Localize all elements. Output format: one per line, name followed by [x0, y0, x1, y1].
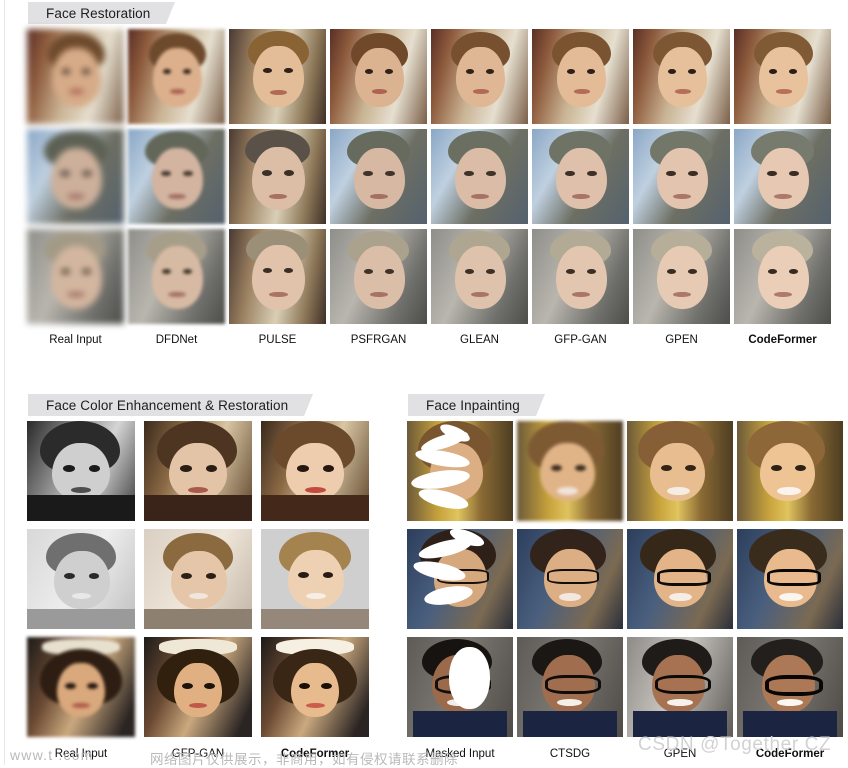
- caption-label: GFP-GAN: [171, 748, 225, 760]
- caption-label: CTSDG: [549, 748, 591, 760]
- result-image: [330, 29, 427, 124]
- caption-label-highlighted: CodeFormer: [755, 748, 825, 760]
- masked-input-image: [407, 637, 513, 737]
- masked-input-image: [407, 421, 513, 521]
- result-image: [734, 229, 831, 324]
- result-image: [330, 129, 427, 224]
- result-image: [144, 421, 252, 521]
- caption-label: GLEAN: [460, 334, 499, 346]
- result-image: [627, 637, 733, 737]
- result-image: [27, 229, 124, 324]
- result-image: [737, 529, 843, 629]
- result-image: [27, 129, 124, 224]
- poster-root: Face Restoration Real Input DFDNet PULSE…: [0, 0, 848, 767]
- result-image: [517, 529, 623, 629]
- result-image: [627, 421, 733, 521]
- result-image: [128, 29, 225, 124]
- caption-label-highlighted: CodeFormer: [748, 334, 817, 346]
- masked-input-image: [407, 529, 513, 629]
- result-image: [734, 29, 831, 124]
- result-image: [517, 421, 623, 521]
- result-image: [737, 421, 843, 521]
- result-image: [229, 29, 326, 124]
- result-image: [431, 129, 528, 224]
- section-title-face-inpainting: Face Inpainting: [426, 397, 520, 413]
- result-image: [144, 529, 252, 629]
- caption-label: GPEN: [663, 748, 697, 760]
- result-image: [517, 637, 623, 737]
- image-grid-face-color-enhancement: [27, 421, 370, 737]
- result-image: [633, 229, 730, 324]
- section-tab-face-restoration: Face Restoration: [28, 2, 176, 24]
- result-image: [229, 129, 326, 224]
- result-image: [144, 637, 252, 737]
- section-title-face-color-enhancement: Face Color Enhancement & Restoration: [46, 397, 289, 413]
- result-image: [627, 529, 733, 629]
- result-image: [261, 421, 369, 521]
- image-grid-face-inpainting: [407, 421, 843, 737]
- caption-row-face-color-enhancement: Real Input GFP-GAN CodeFormer: [27, 748, 370, 760]
- result-image: [261, 529, 369, 629]
- result-image: [737, 637, 843, 737]
- caption-row-face-restoration: Real Input DFDNet PULSE PSFRGAN GLEAN GF…: [27, 334, 821, 346]
- caption-label: Real Input: [49, 334, 102, 346]
- result-image: [633, 129, 730, 224]
- result-image: [27, 29, 124, 124]
- caption-label: Real Input: [54, 748, 108, 760]
- image-grid-face-restoration: [27, 29, 831, 328]
- caption-label: DFDNet: [155, 334, 198, 346]
- result-image: [734, 129, 831, 224]
- result-image: [431, 229, 528, 324]
- result-image: [128, 129, 225, 224]
- section-tab-face-inpainting: Face Inpainting: [408, 394, 545, 416]
- result-image: [532, 29, 629, 124]
- caption-label: Masked Input: [425, 748, 495, 760]
- section-title-face-restoration: Face Restoration: [46, 5, 151, 21]
- result-image: [27, 421, 135, 521]
- result-image: [27, 529, 135, 629]
- result-image: [532, 129, 629, 224]
- caption-label: PSFRGAN: [350, 334, 407, 346]
- result-image: [431, 29, 528, 124]
- result-image: [532, 229, 629, 324]
- caption-label: GPEN: [665, 334, 698, 346]
- result-image: [633, 29, 730, 124]
- result-image: [330, 229, 427, 324]
- result-image: [27, 637, 135, 737]
- result-image: [229, 229, 326, 324]
- section-tab-face-color-enhancement: Face Color Enhancement & Restoration: [28, 394, 314, 416]
- caption-label-highlighted: CodeFormer: [280, 748, 350, 760]
- caption-label: GFP-GAN: [554, 334, 607, 346]
- left-margin-rule: [4, 0, 5, 765]
- caption-row-face-inpainting: Masked Input CTSDG GPEN CodeFormer: [407, 748, 841, 760]
- result-image: [261, 637, 369, 737]
- caption-label: PULSE: [258, 334, 297, 346]
- result-image: [128, 229, 225, 324]
